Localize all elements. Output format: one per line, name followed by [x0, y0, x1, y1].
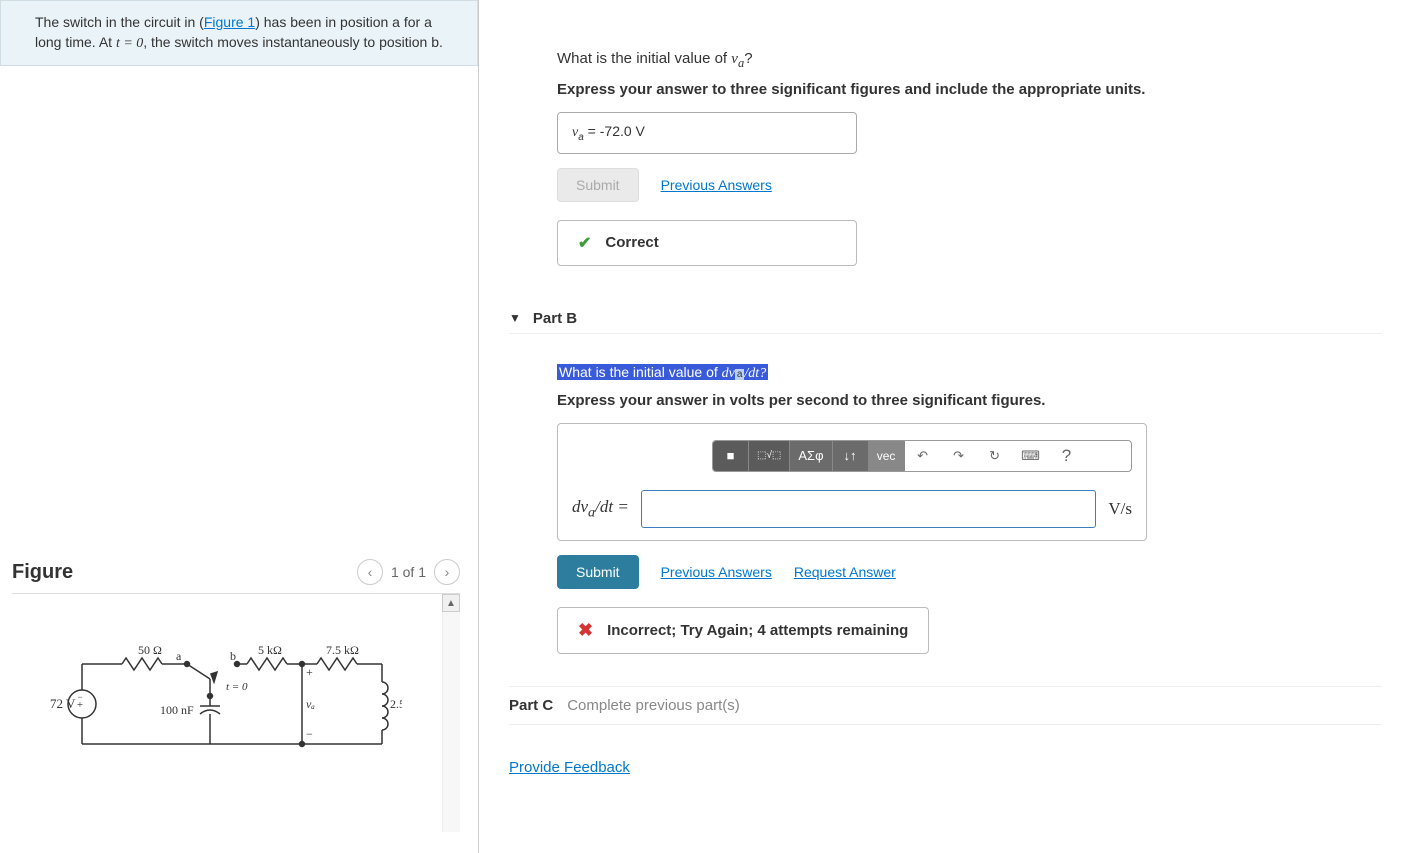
t0-label: t = 0	[226, 681, 248, 693]
equation-toolbar: ■ ⬚√⬚ ΑΣφ ↓↑ vec ↶ ↷ ↻ ⌨ ?	[712, 440, 1132, 472]
r2-label: 5 kΩ	[258, 643, 282, 657]
t-eq-zero: t = 0	[116, 36, 143, 51]
part-b-answer-area: ■ ⬚√⬚ ΑΣφ ↓↑ vec ↶ ↷ ↻ ⌨ ? dva/dt = V/s	[557, 423, 1147, 541]
part-b-unit-label: V/s	[1108, 499, 1132, 519]
node-a-label: a	[176, 649, 182, 663]
node-b-label: b	[230, 649, 236, 663]
problem-statement: The switch in the circuit in (Figure 1) …	[0, 0, 478, 66]
part-a-block: What is the initial value of va? Express…	[509, 50, 1382, 266]
part-b-title: Part B	[533, 310, 577, 327]
keyboard-icon[interactable]: ⌨	[1013, 441, 1049, 471]
r1-label: 50 Ω	[138, 643, 162, 657]
part-a-previous-answers-link[interactable]: Previous Answers	[661, 177, 772, 193]
part-b-question: What is the initial value of dva/dt?	[557, 364, 1382, 382]
part-a-instruction: Express your answer to three significant…	[557, 81, 1382, 98]
check-icon: ✔	[578, 233, 591, 253]
greek-icon[interactable]: ΑΣφ	[790, 441, 832, 471]
part-a-feedback-text: Correct	[605, 234, 658, 251]
plus-label: +	[306, 665, 313, 679]
left-panel: The switch in the circuit in (Figure 1) …	[0, 0, 478, 853]
help-icon[interactable]: ?	[1049, 441, 1085, 471]
x-icon: ✖	[578, 620, 593, 641]
fraction-root-icon[interactable]: ⬚√⬚	[749, 441, 790, 471]
part-c-title: Part C	[509, 697, 553, 714]
figure-scrollbar[interactable]	[442, 612, 460, 832]
part-b-previous-answers-link[interactable]: Previous Answers	[661, 564, 772, 580]
part-a-question: What is the initial value of va?	[557, 50, 1382, 71]
vsrc-label: 72 V	[50, 696, 76, 711]
redo-icon[interactable]: ↷	[941, 441, 977, 471]
svg-text:+−: +−	[77, 692, 83, 711]
figure-prev-button[interactable]: ‹	[357, 559, 383, 585]
vector-icon[interactable]: vec	[869, 441, 905, 471]
part-b-request-answer-link[interactable]: Request Answer	[794, 564, 896, 580]
cap-label: 100 nF	[160, 703, 194, 717]
figure-title: Figure	[12, 561, 73, 584]
va-label: vₐ	[306, 697, 315, 711]
right-panel: What is the initial value of va? Express…	[478, 0, 1402, 853]
part-b-header[interactable]: ▼ Part B	[509, 310, 1382, 334]
figure-pager: 1 of 1	[391, 564, 426, 580]
undo-icon[interactable]: ↶	[905, 441, 941, 471]
chevron-down-icon: ▼	[509, 311, 521, 325]
part-c-status: Complete previous part(s)	[567, 697, 740, 714]
part-c-header[interactable]: Part C Complete previous part(s)	[509, 686, 1382, 725]
problem-text-pre: The switch in the circuit in (	[35, 14, 204, 30]
part-b-input-label: dva/dt =	[572, 497, 629, 521]
subscript-icon[interactable]: ↓↑	[833, 441, 869, 471]
ind-label: 2.5 H	[390, 697, 402, 711]
part-a-answer-display: va = -72.0 V	[557, 112, 857, 154]
part-a-feedback: ✔ Correct	[557, 220, 857, 266]
provide-feedback-link[interactable]: Provide Feedback	[509, 759, 630, 776]
figure-next-button[interactable]: ›	[434, 559, 460, 585]
part-b-submit-button[interactable]: Submit	[557, 555, 639, 589]
part-a-submit-button: Submit	[557, 168, 639, 202]
figure-scroll-up-button[interactable]: ▲	[442, 594, 460, 612]
figure-link[interactable]: Figure 1	[204, 14, 255, 30]
part-b-instruction: Express your answer in volts per second …	[557, 392, 1382, 409]
minus-label: −	[306, 727, 313, 741]
template-icon[interactable]: ■	[713, 441, 749, 471]
reset-icon[interactable]: ↻	[977, 441, 1013, 471]
figure-section: Figure ‹ 1 of 1 › ▲	[12, 559, 460, 853]
part-b-block: What is the initial value of dva/dt? Exp…	[509, 364, 1382, 654]
part-b-feedback-text: Incorrect; Try Again; 4 attempts remaini…	[607, 622, 908, 639]
problem-text-seg2: , the switch moves instantaneously to po…	[143, 34, 443, 50]
part-b-feedback: ✖ Incorrect; Try Again; 4 attempts remai…	[557, 607, 929, 654]
part-b-answer-input[interactable]	[641, 490, 1097, 528]
r3-label: 7.5 kΩ	[326, 643, 359, 657]
circuit-diagram: +− 72 V 50 Ω 5 kΩ 7.5 kΩ 100 nF 2.5 H a …	[42, 634, 402, 774]
